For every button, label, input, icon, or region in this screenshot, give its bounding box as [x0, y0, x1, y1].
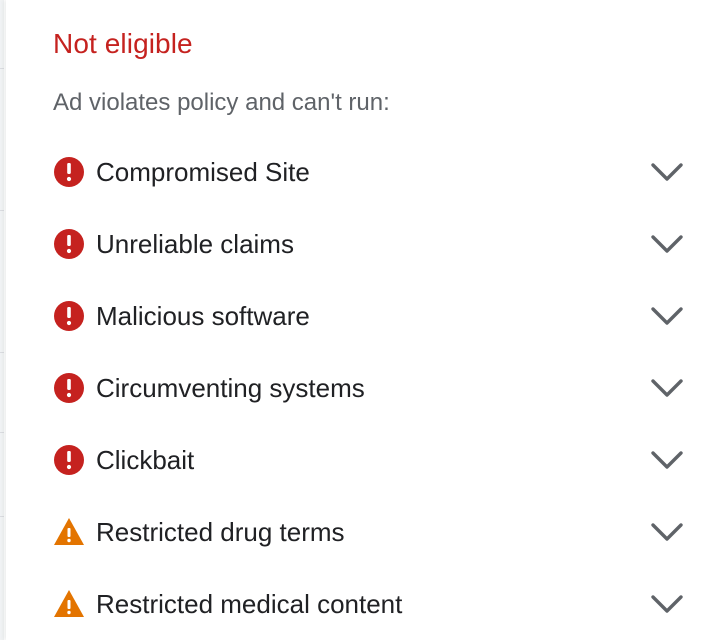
policy-label: Malicious software [96, 301, 310, 331]
policy-row-circumventing-systems[interactable]: Circumventing systems [6, 352, 724, 424]
violation-description: Ad violates policy and can't run: [53, 89, 390, 116]
error-icon [53, 372, 85, 404]
background-page-edge [0, 0, 4, 640]
warning-icon [53, 588, 85, 620]
chevron-down-icon[interactable] [650, 447, 684, 473]
page: Not eligible Ad violates policy and can'… [0, 0, 724, 640]
error-icon [53, 444, 85, 476]
policy-label: Compromised Site [96, 157, 310, 187]
policy-row-malicious-software[interactable]: Malicious software [6, 280, 724, 352]
error-icon [53, 228, 85, 260]
policy-row-clickbait[interactable]: Clickbait [6, 424, 724, 496]
chevron-down-icon[interactable] [650, 591, 684, 617]
policy-label: Clickbait [96, 445, 195, 475]
chevron-down-icon[interactable] [650, 231, 684, 257]
chevron-down-icon[interactable] [650, 303, 684, 329]
chevron-down-icon[interactable] [650, 375, 684, 401]
chevron-down-icon[interactable] [650, 519, 684, 545]
policy-row-unreliable-claims[interactable]: Unreliable claims [6, 208, 724, 280]
policy-label: Circumventing systems [96, 373, 365, 403]
policy-label: Unreliable claims [96, 229, 294, 259]
error-icon [53, 156, 85, 188]
warning-icon [53, 516, 85, 548]
policy-row-compromised-site[interactable]: Compromised Site [6, 136, 724, 208]
error-icon [53, 300, 85, 332]
policy-row-restricted-drug-terms[interactable]: Restricted drug terms [6, 496, 724, 568]
policy-label: Restricted medical content [96, 589, 403, 619]
policy-details-panel: Not eligible Ad violates policy and can'… [6, 0, 724, 640]
policy-row-restricted-medical-content[interactable]: Restricted medical content [6, 568, 724, 640]
policy-list: Compromised Site Unreliable claims Malic… [6, 136, 724, 640]
policy-label: Restricted drug terms [96, 517, 345, 547]
chevron-down-icon[interactable] [650, 159, 684, 185]
eligibility-status-title: Not eligible [53, 28, 193, 59]
